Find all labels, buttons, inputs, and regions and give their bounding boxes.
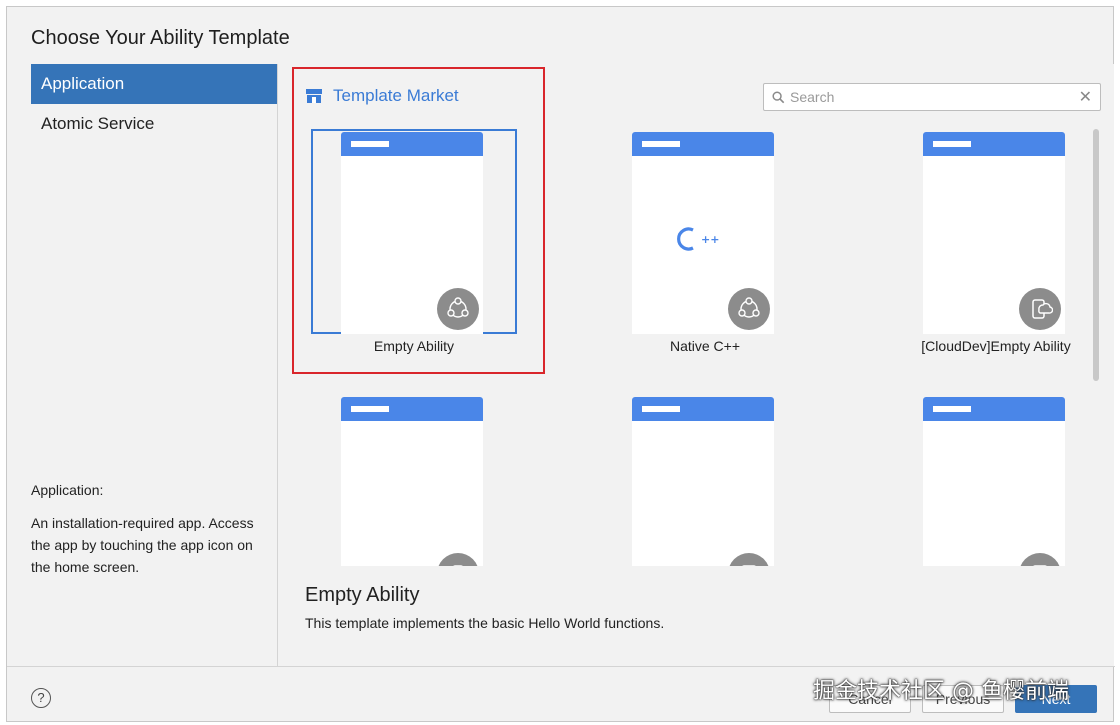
template-preview: ++ — [632, 132, 774, 334]
template-preview — [341, 397, 483, 566]
sidebar-description: Application: An installation-required ap… — [31, 479, 261, 578]
dialog-title: Choose Your Ability Template — [31, 27, 290, 49]
preview-title-bar — [341, 132, 483, 156]
template-scrollbar[interactable] — [1093, 129, 1099, 381]
template-preview — [632, 397, 774, 566]
cpp-logo-icon: ++ — [677, 227, 719, 251]
template-label: [CloudDev]Empty Ability — [921, 338, 1071, 354]
description-heading: Application: — [31, 482, 104, 498]
search-input[interactable] — [790, 89, 1079, 105]
svg-text:++: ++ — [701, 233, 719, 246]
ability-circle-icon — [437, 288, 479, 330]
sidebar-item-atomic-service[interactable]: Atomic Service — [31, 104, 277, 144]
template-label: Empty Ability — [373, 338, 455, 354]
search-icon — [772, 90, 785, 103]
ability-icon — [437, 553, 479, 566]
footer-divider — [7, 666, 1115, 667]
help-button[interactable]: ? — [31, 688, 51, 708]
sidebar: Application Atomic Service Application: … — [31, 64, 277, 664]
template-main: Template Market ✕ — [278, 64, 1114, 666]
template-preview — [923, 132, 1065, 334]
preview-title-bar — [923, 132, 1065, 156]
device-icon — [1019, 553, 1061, 566]
search-box: ✕ — [763, 83, 1101, 111]
market-label: Template Market — [333, 86, 459, 105]
template-detail: Empty Ability This template implements t… — [305, 584, 664, 631]
market-header: Template Market — [305, 86, 459, 106]
cloud-device-icon — [1019, 288, 1061, 330]
cancel-button[interactable]: Cancel — [829, 685, 911, 713]
detail-title: Empty Ability — [305, 584, 420, 606]
sidebar-item-application[interactable]: Application — [31, 64, 277, 104]
detail-description: This template implements the basic Hello… — [305, 615, 665, 631]
template-dialog: Choose Your Ability Template Application… — [6, 6, 1115, 722]
template-preview — [341, 132, 483, 334]
ability-circle-icon — [728, 288, 770, 330]
preview-title-bar — [632, 132, 774, 156]
preview-title-bar — [341, 397, 483, 421]
clear-search-icon[interactable]: ✕ — [1079, 87, 1092, 107]
store-icon — [306, 89, 322, 103]
preview-title-bar — [632, 397, 774, 421]
preview-title-bar — [923, 397, 1065, 421]
template-preview — [923, 397, 1065, 566]
template-label: Native C++ — [669, 338, 741, 354]
previous-button[interactable]: Previous — [922, 685, 1004, 713]
description-body: An installation-required app. Access the… — [31, 515, 254, 575]
next-button[interactable]: Next — [1015, 685, 1097, 713]
device-icon — [728, 553, 770, 566]
template-grid: Empty Ability ++ Native C++ [CloudDev]Em… — [278, 124, 1114, 566]
